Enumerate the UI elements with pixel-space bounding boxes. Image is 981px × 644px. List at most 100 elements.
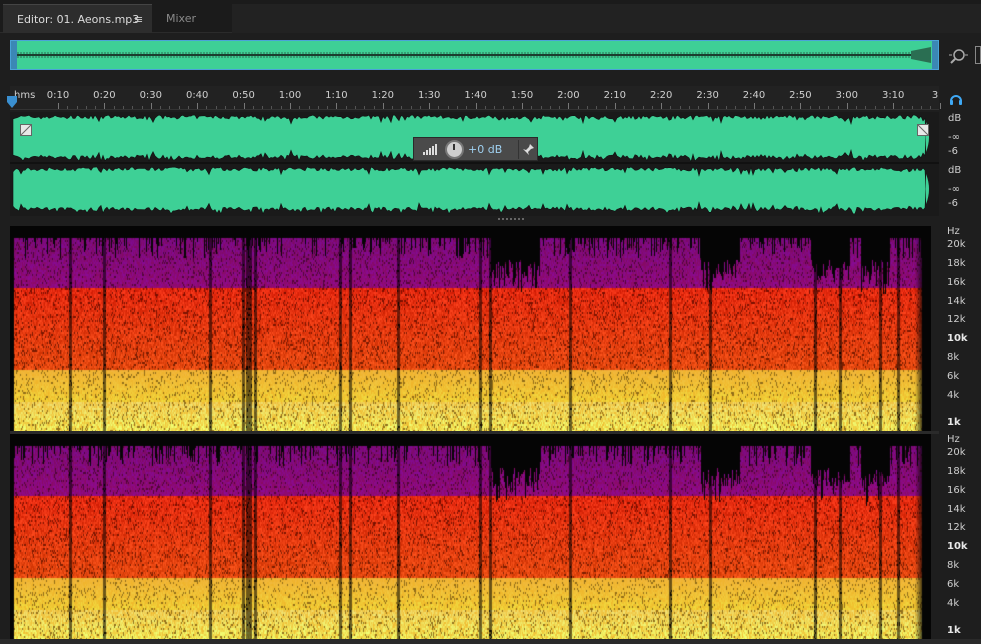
- ruler-minor-tick: [234, 106, 236, 109]
- ruler-minor-tick: [856, 106, 858, 109]
- ruler-tick: [522, 103, 523, 109]
- bottom-scrollbar[interactable]: [0, 639, 981, 644]
- ruler-minor-tick: [642, 106, 644, 109]
- ruler-minor-tick: [299, 106, 301, 109]
- overview-right-handle[interactable]: [932, 41, 938, 69]
- ruler-tick: [382, 103, 384, 109]
- tab-menu-icon[interactable]: ≡: [134, 5, 143, 34]
- ruler-tick-label: 1:20: [371, 90, 395, 101]
- ruler-minor-tick: [280, 106, 282, 109]
- ruler-minor-tick: [698, 106, 700, 109]
- fade-in-handle[interactable]: [20, 124, 32, 136]
- ruler-minor-tick: [911, 106, 913, 109]
- ruler-minor-tick: [781, 106, 783, 109]
- db-mark-6: -6: [948, 146, 958, 157]
- overview-wave-svg: [17, 47, 931, 63]
- ruler-minor-tick: [122, 106, 124, 109]
- ruler-minor-tick: [484, 106, 486, 109]
- ruler-minor-tick: [271, 106, 273, 109]
- ruler-tick: [846, 103, 848, 109]
- ruler-tick: [707, 103, 709, 109]
- ruler-tick-label: 3:10: [881, 90, 905, 101]
- playhead-icon[interactable]: [7, 96, 17, 108]
- tab-editor[interactable]: Editor: 01. Aeons.mp3 ≡: [3, 4, 152, 33]
- tab-strip-empty: [232, 4, 981, 33]
- ruler-tick-label: 2:00: [557, 90, 580, 101]
- hz-label: 12k: [947, 314, 966, 325]
- hz-label: 4k: [947, 598, 960, 609]
- ruler-tick-label: 1:10: [325, 90, 348, 101]
- ruler-tick-label: 1:40: [464, 90, 487, 101]
- ruler-minor-tick: [187, 106, 189, 109]
- overview-waveform[interactable]: [10, 40, 939, 70]
- ruler-minor-tick: [132, 106, 134, 109]
- ruler-minor-tick: [540, 106, 542, 109]
- ruler-tick-label: 0:50: [232, 90, 255, 101]
- db-scale-left: dB -∞ -6: [940, 113, 981, 163]
- panel-edge-icon[interactable]: [975, 46, 981, 64]
- hz-label: 14k: [947, 296, 966, 307]
- hz-label: 16k: [947, 485, 966, 496]
- ruler-minor-tick: [76, 106, 78, 109]
- ruler-tick: [568, 103, 570, 109]
- ruler-tick: [58, 103, 59, 109]
- ruler-minor-tick: [85, 106, 87, 109]
- spectral-view-right[interactable]: [10, 434, 931, 639]
- hz-label: 20k: [947, 447, 966, 458]
- ruler-minor-tick: [921, 106, 923, 109]
- ruler-minor-tick: [373, 106, 375, 109]
- waveform-editor[interactable]: [10, 112, 939, 216]
- ruler-tick-label: 1:30: [417, 90, 441, 101]
- ruler-tick-label: 0:40: [185, 90, 209, 101]
- ruler-minor-tick: [252, 106, 254, 109]
- ruler-tick: [290, 103, 291, 109]
- ruler-minor-tick: [401, 106, 403, 109]
- ruler-tick: [197, 103, 199, 109]
- ruler-tick: [150, 103, 152, 109]
- time-ruler[interactable]: hms 0:10 0:20 0:30 0:40 0:50 1:00 1:10 1:20 1:30…: [10, 86, 941, 110]
- split-handle[interactable]: [498, 217, 524, 221]
- ruler-minor-tick: [95, 106, 97, 109]
- ruler-minor-tick: [763, 106, 765, 109]
- ruler-tick-label: 3: [931, 90, 939, 101]
- hz-scale-left: Hz 20k 18k 16k 14k 12k 10k 8k 6k 4k 1k: [940, 226, 981, 431]
- hud-volume-value[interactable]: +0 dB: [468, 143, 502, 156]
- ruler-minor-tick: [883, 106, 885, 109]
- ruler-minor-tick: [262, 106, 264, 109]
- headphones-icon[interactable]: [948, 91, 964, 107]
- ruler-minor-tick: [605, 106, 607, 109]
- overview-left-handle[interactable]: [11, 41, 17, 69]
- ruler-minor-tick: [308, 106, 310, 109]
- volume-bars-icon: [423, 144, 437, 155]
- ruler-minor-tick: [354, 106, 356, 109]
- ruler-tick-label: 2:10: [603, 90, 627, 101]
- ruler-minor-tick: [586, 106, 588, 109]
- ruler-minor-tick: [160, 106, 162, 109]
- spectral-view-left[interactable]: [10, 226, 931, 431]
- tab-bar: Editor: 01. Aeons.mp3 ≡ Mixer: [0, 0, 981, 33]
- ruler-minor-tick: [494, 106, 496, 109]
- pin-icon[interactable]: [518, 140, 537, 159]
- ruler-minor-tick: [549, 106, 551, 109]
- ruler-minor-tick: [837, 106, 839, 109]
- ruler-minor-tick: [874, 106, 876, 109]
- ruler-tick-label: 2:50: [789, 90, 812, 101]
- db-mark-inf: -∞: [948, 132, 960, 143]
- tab-mixer[interactable]: Mixer: [152, 4, 232, 33]
- ruler-minor-tick: [689, 106, 691, 109]
- hz-unit: Hz: [947, 226, 960, 237]
- ruler-tick: [893, 103, 895, 109]
- knob-icon[interactable]: [445, 140, 464, 159]
- ruler-minor-tick: [225, 106, 227, 109]
- fade-out-handle[interactable]: [917, 124, 929, 136]
- ruler-tick: [475, 103, 477, 109]
- hz-label: 10k: [947, 333, 968, 344]
- amplitude-hud[interactable]: +0 dB: [413, 137, 538, 161]
- hz-label: 4k: [947, 390, 960, 401]
- zoom-icon[interactable]: [948, 46, 968, 66]
- hz-label: 10k: [947, 541, 968, 552]
- db-mark-6: -6: [948, 198, 958, 209]
- ruler-minor-tick: [512, 106, 514, 109]
- ruler-minor-tick: [141, 106, 143, 109]
- db-mark-inf: -∞: [948, 184, 960, 195]
